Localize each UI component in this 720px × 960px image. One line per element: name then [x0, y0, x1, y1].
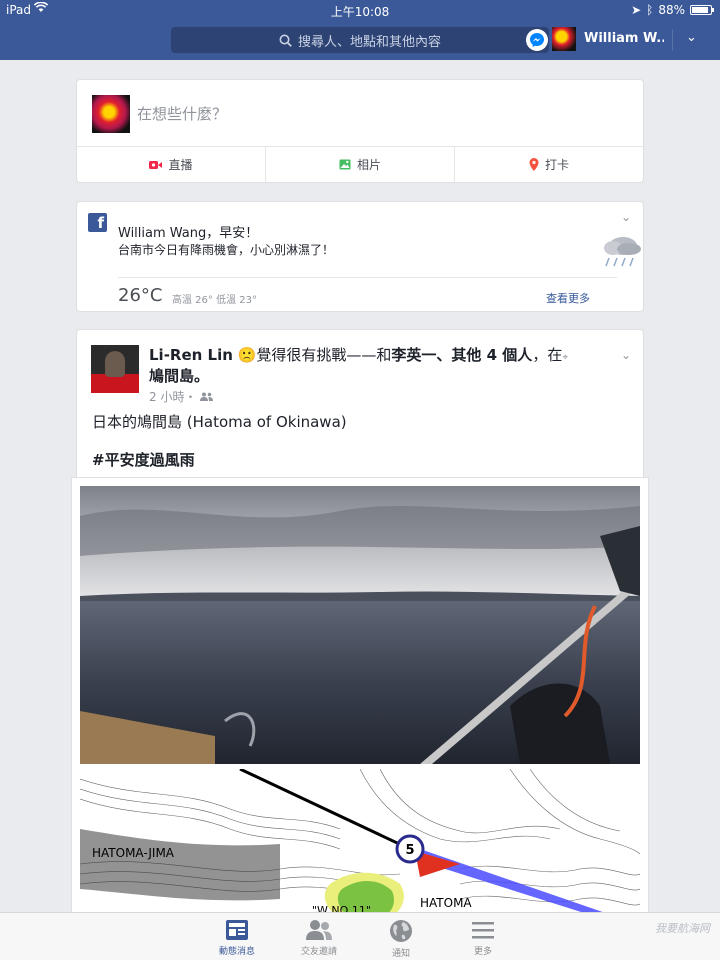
- see-more-link[interactable]: 查看更多: [546, 290, 590, 306]
- weather-greeting: William Wang，早安！: [118, 226, 259, 241]
- tab-notifications-label: 通知: [391, 949, 410, 959]
- post-author[interactable]: Li-Ren Lin: [149, 346, 233, 364]
- post-time[interactable]: 2 小時・: [149, 388, 196, 405]
- weather-message: 台南市今日有降雨機會，小心別淋濕了！: [118, 243, 335, 257]
- profile-name[interactable]: William W...: [584, 31, 664, 46]
- rain-cloud-icon: [604, 237, 641, 267]
- confused-face-icon: 🙁: [237, 346, 257, 364]
- tab-more[interactable]: 更多: [460, 913, 506, 960]
- weather-divider: [118, 277, 617, 278]
- watermark-text: 我要航海网: [655, 922, 710, 935]
- news-feed-icon: [226, 920, 248, 940]
- chevron-down-icon[interactable]: ⌄: [621, 210, 631, 224]
- bluetooth-icon: ᛒ: [646, 3, 654, 17]
- post-feeling: 覺得很有挑戰——和: [256, 346, 392, 364]
- location-pin-icon: [529, 158, 539, 171]
- photo-button[interactable]: 相片: [266, 147, 455, 182]
- live-button-label: 直播: [168, 158, 193, 172]
- tab-notifications[interactable]: 通知: [378, 913, 424, 960]
- live-button[interactable]: 直播: [77, 147, 266, 182]
- post-photo-frame: 5 HATOMA-JIMA HATOMA "W NO 11": [72, 478, 648, 918]
- photo-button-label: 相片: [356, 158, 381, 172]
- composer-input[interactable]: 在想些什麼？: [137, 103, 227, 124]
- status-bar: iPad 上午10:08 ➤ ᛒ 88%: [0, 0, 720, 20]
- post-photo-chart[interactable]: 5 HATOMA-JIMA HATOMA "W NO 11": [80, 769, 640, 918]
- tab-news-feed[interactable]: 動態消息: [214, 913, 260, 960]
- photo-icon: [339, 159, 351, 170]
- status-time: 上午10:08: [330, 5, 390, 19]
- profile-avatar[interactable]: [552, 27, 576, 51]
- battery-percent: 88%: [658, 3, 685, 17]
- weather-temperature: 26°C: [118, 285, 163, 306]
- tagged-people[interactable]: 李英一、其他 4 個人: [391, 346, 532, 364]
- check-in-button-label: 打卡: [544, 158, 569, 172]
- map-pin-icon: ⌖: [562, 352, 568, 363]
- search-icon: [279, 34, 292, 47]
- video-camera-icon: [149, 160, 163, 169]
- tab-news-feed-label: 動態消息: [218, 947, 255, 957]
- location-prefix: ，在: [532, 346, 563, 364]
- check-in-button[interactable]: 打卡: [455, 147, 643, 182]
- post-hashtag[interactable]: #平安度過風雨: [92, 449, 195, 470]
- post-author-avatar[interactable]: [91, 345, 139, 393]
- post-photo-sea[interactable]: [80, 486, 640, 764]
- location-arrow-icon: ➤: [631, 3, 642, 17]
- post-composer: 在想些什麼？ 直播 相片 打卡: [77, 80, 643, 182]
- friends-icon: [200, 392, 214, 401]
- weather-card: f William Wang，早安！ 台南市今日有降雨機會，小心別淋濕了！ ⌄ …: [77, 202, 643, 311]
- nav-divider: [672, 29, 673, 51]
- chevron-down-icon[interactable]: ⌄: [621, 348, 631, 362]
- bottom-tab-bar: 動態消息 交友邀請 通知 更多: [0, 912, 720, 960]
- globe-icon: [390, 920, 412, 942]
- post-text: 日本的鳩間島 (Hatoma of Okinawa): [92, 413, 347, 431]
- post-meta: 2 小時・: [149, 388, 214, 405]
- facebook-logo-icon: f: [88, 213, 107, 232]
- composer-avatar[interactable]: [92, 95, 130, 133]
- weather-range: 高溫 26° 低溫 23°: [172, 295, 257, 306]
- post-location[interactable]: 鳩間島。: [149, 367, 209, 385]
- tab-friend-requests-label: 交友邀請: [300, 947, 337, 957]
- search-input[interactable]: 搜尋人、地點和其他內容: [171, 27, 549, 53]
- chart-label-island: HATOMA-JIMA: [92, 846, 175, 860]
- battery-icon: [690, 5, 714, 15]
- menu-icon: [472, 922, 494, 939]
- composer-actions: 直播 相片 打卡: [77, 146, 643, 182]
- search-placeholder: 搜尋人、地點和其他內容: [297, 34, 441, 50]
- tab-more-label: 更多: [473, 947, 492, 957]
- top-bar: iPad 上午10:08 ➤ ᛒ 88% 搜尋人、地點和其他內容 William…: [0, 0, 720, 60]
- tab-friend-requests[interactable]: 交友邀請: [296, 913, 342, 960]
- chevron-down-icon[interactable]: ⌄: [686, 30, 697, 45]
- friends-icon: [306, 920, 332, 940]
- chart-marker-number: 5: [405, 843, 414, 858]
- post-header: Li-Ren Lin 🙁覺得很有挑戰——和李英一、其他 4 個人，在⌖ 鳩間島。: [149, 346, 613, 386]
- chart-label-hatoma: HATOMA: [420, 896, 472, 910]
- messenger-icon[interactable]: [526, 29, 548, 51]
